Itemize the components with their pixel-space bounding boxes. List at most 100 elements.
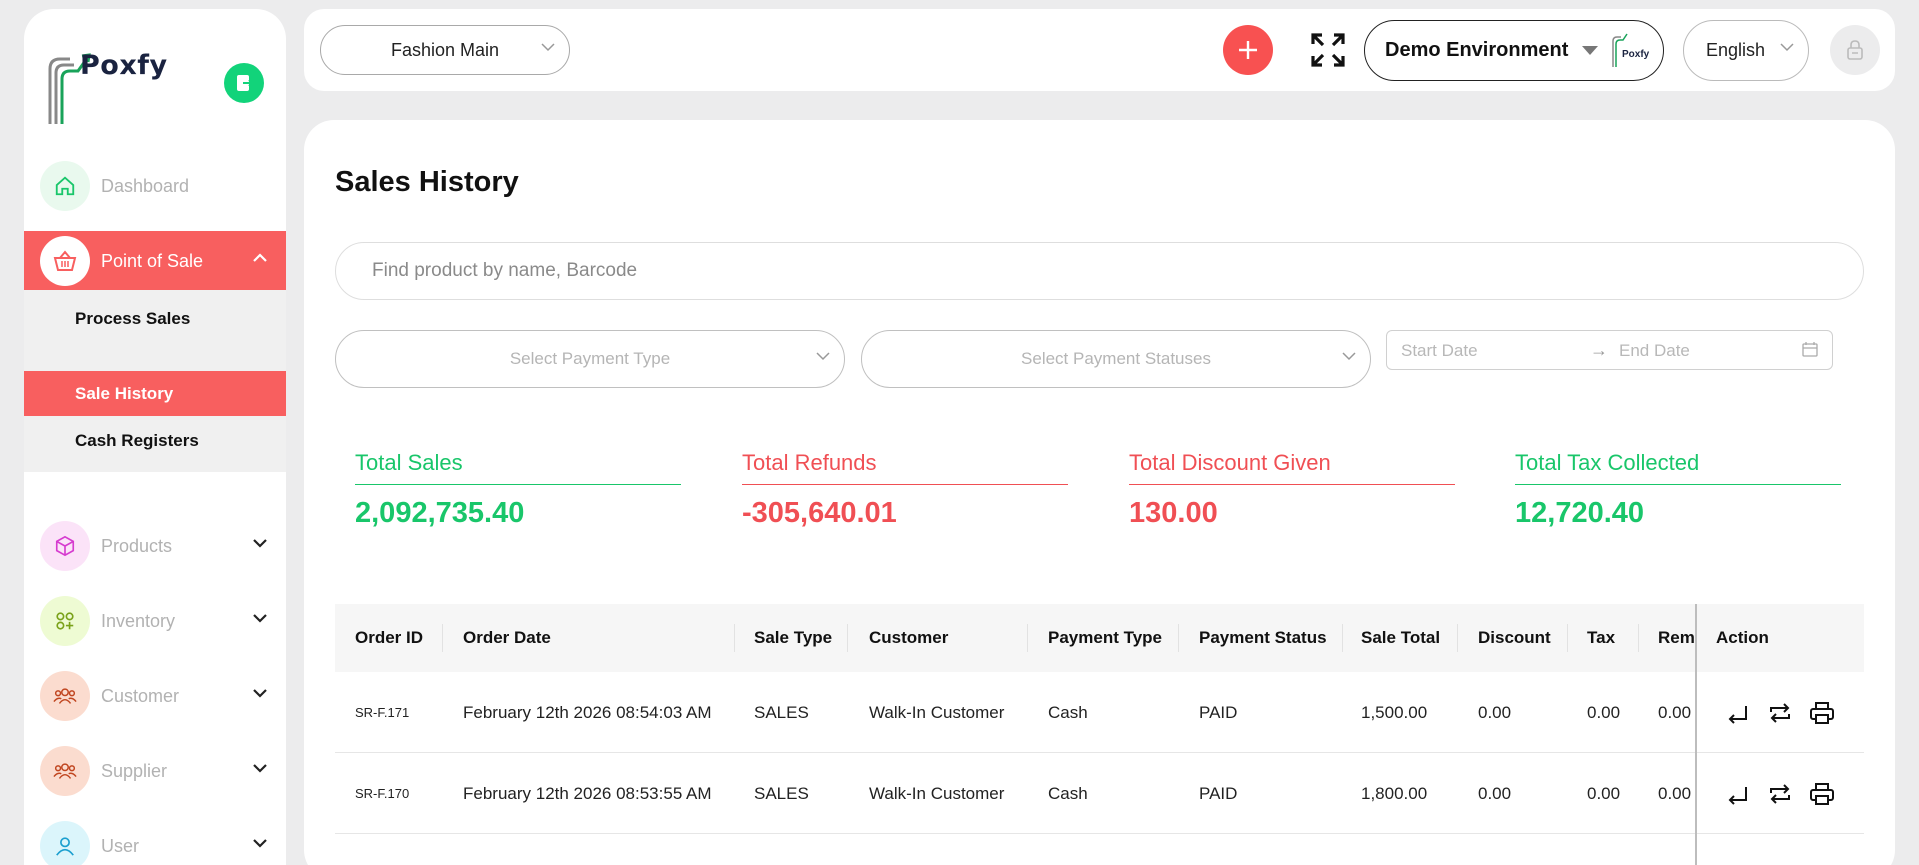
column-divider [1342,624,1343,652]
stat-value: 2,092,735.40 [355,497,525,529]
payment-status-placeholder: Select Payment Statuses [1021,349,1211,368]
chevron-down-icon [253,689,267,698]
column-divider [847,624,848,652]
column-header[interactable]: Rem [1658,604,1695,672]
date-range-picker[interactable]: Start Date → End Date [1386,330,1833,370]
start-date-input[interactable]: Start Date [1401,341,1478,361]
payment-status-select[interactable]: Select Payment Statuses [861,330,1371,388]
stat-total-discount: Total Discount Given 130.00 [1129,450,1455,530]
stat-value: 130.00 [1129,497,1218,529]
sidebar-item-label: Point of Sale [101,250,204,271]
cell-order-id: SR-F.170 [355,786,410,801]
sidebar-item-user[interactable]: User [24,816,286,865]
exchange-button[interactable] [1767,700,1793,726]
column-divider [1178,624,1179,652]
refund-button[interactable] [1725,781,1751,807]
sales-table: Order ID Order Date Sale Type Customer P… [335,604,1864,865]
column-header[interactable]: Customer [869,604,948,672]
sidebar-item-label: Dashboard [101,175,190,196]
cell-customer: Walk-In Customer [869,783,1005,803]
fixed-column-divider [1695,604,1697,865]
sidebar-item-inventory[interactable]: Inventory [24,591,286,651]
column-divider [1567,624,1568,652]
chevron-down-icon [1780,43,1794,52]
cell-customer: Walk-In Customer [869,702,1005,722]
sidebar-item-dashboard[interactable]: Dashboard [24,156,286,216]
payment-type-select[interactable]: Select Payment Type [335,330,845,388]
stat-title: Total Discount Given [1129,450,1455,485]
add-button[interactable] [1223,25,1273,75]
stat-title: Total Tax Collected [1515,450,1841,485]
language-select[interactable]: English [1683,20,1809,81]
column-header[interactable]: Order ID [355,604,423,672]
calendar-icon [1802,342,1818,357]
exchange-button[interactable] [1767,781,1793,807]
sidebar-item-products[interactable]: Products [24,516,286,576]
print-button[interactable] [1809,781,1835,807]
stat-title: Total Sales [355,450,681,485]
chevron-down-icon [253,614,267,623]
sidebar-item-label: Inventory [101,610,176,631]
column-header[interactable]: Discount [1478,604,1551,672]
end-date-input[interactable]: End Date [1619,341,1690,361]
logout-button[interactable] [224,63,264,103]
column-divider [1638,624,1639,652]
column-header[interactable]: Payment Type [1048,604,1162,672]
language-select-value: English [1706,40,1766,60]
submenu-cash-registers[interactable]: Cash Registers [24,418,286,463]
sidebar-item-point-of-sale[interactable]: Point of Sale [24,231,286,291]
cell-payment-status: PAID [1199,702,1238,722]
lock-button[interactable] [1830,25,1880,75]
column-header[interactable]: Sale Type [754,604,832,672]
sidebar-item-supplier[interactable]: Supplier [24,741,286,801]
fullscreen-icon[interactable] [1310,32,1346,68]
point-of-sale-submenu: Process Sales Sale History Cash Register… [24,290,286,472]
printer-icon [1810,782,1834,805]
cell-order-date: February 12th 2026 08:53:55 AM [463,783,712,803]
chevron-down-icon [816,352,830,361]
column-divider [1457,624,1458,652]
user-icon [40,821,90,865]
lock-icon [1847,40,1863,60]
submenu-process-sales[interactable]: Process Sales [24,296,286,341]
table-header: Order ID Order Date Sale Type Customer P… [335,604,1864,672]
row-actions [1725,753,1835,834]
column-header[interactable]: Tax [1587,604,1615,672]
column-header[interactable]: Sale Total [1361,604,1440,672]
box-icon [40,521,90,571]
arrow-right-icon: → [1590,340,1608,360]
basket-icon [40,236,90,286]
column-divider [1027,624,1028,652]
users-icon [40,671,90,721]
stat-total-tax: Total Tax Collected 12,720.40 [1515,450,1841,530]
brand-name: Poxfy [80,50,168,81]
cell-rem: 0.00 [1658,783,1692,803]
stat-total-sales: Total Sales 2,092,735.40 [355,450,681,530]
sidebar-item-label: Supplier [101,760,168,781]
caret-down-icon [1582,46,1599,55]
table-row[interactable]: SR-F.171 February 12th 2026 08:54:03 AM … [335,672,1864,753]
chevron-up-icon [253,253,267,262]
home-icon [40,161,90,211]
cell-discount: 0.00 [1478,702,1512,722]
submenu-sale-history[interactable]: Sale History [24,371,286,416]
refund-button[interactable] [1725,700,1751,726]
column-header[interactable]: Order Date [463,604,551,672]
cell-tax: 0.00 [1587,702,1621,722]
store-select[interactable]: Fashion Main [320,25,570,75]
print-button[interactable] [1809,700,1835,726]
exchange-icon [1770,702,1790,723]
logout-icon [237,75,254,91]
cell-order-id: SR-F.171 [355,705,410,720]
sidebar-item-customer[interactable]: Customer [24,666,286,726]
exchange-icon [1770,783,1790,804]
printer-icon [1810,701,1834,724]
cell-rem: 0.00 [1658,702,1692,722]
stat-title: Total Refunds [742,450,1068,485]
sidebar-item-label: User [101,835,140,856]
table-row[interactable]: SR-F.170 February 12th 2026 08:53:55 AM … [335,753,1864,834]
cell-sale-type: SALES [754,783,809,803]
search-input[interactable] [335,242,1864,300]
column-header[interactable]: Payment Status [1199,604,1327,672]
environment-select[interactable]: Demo Environment Poxfy [1364,20,1664,81]
